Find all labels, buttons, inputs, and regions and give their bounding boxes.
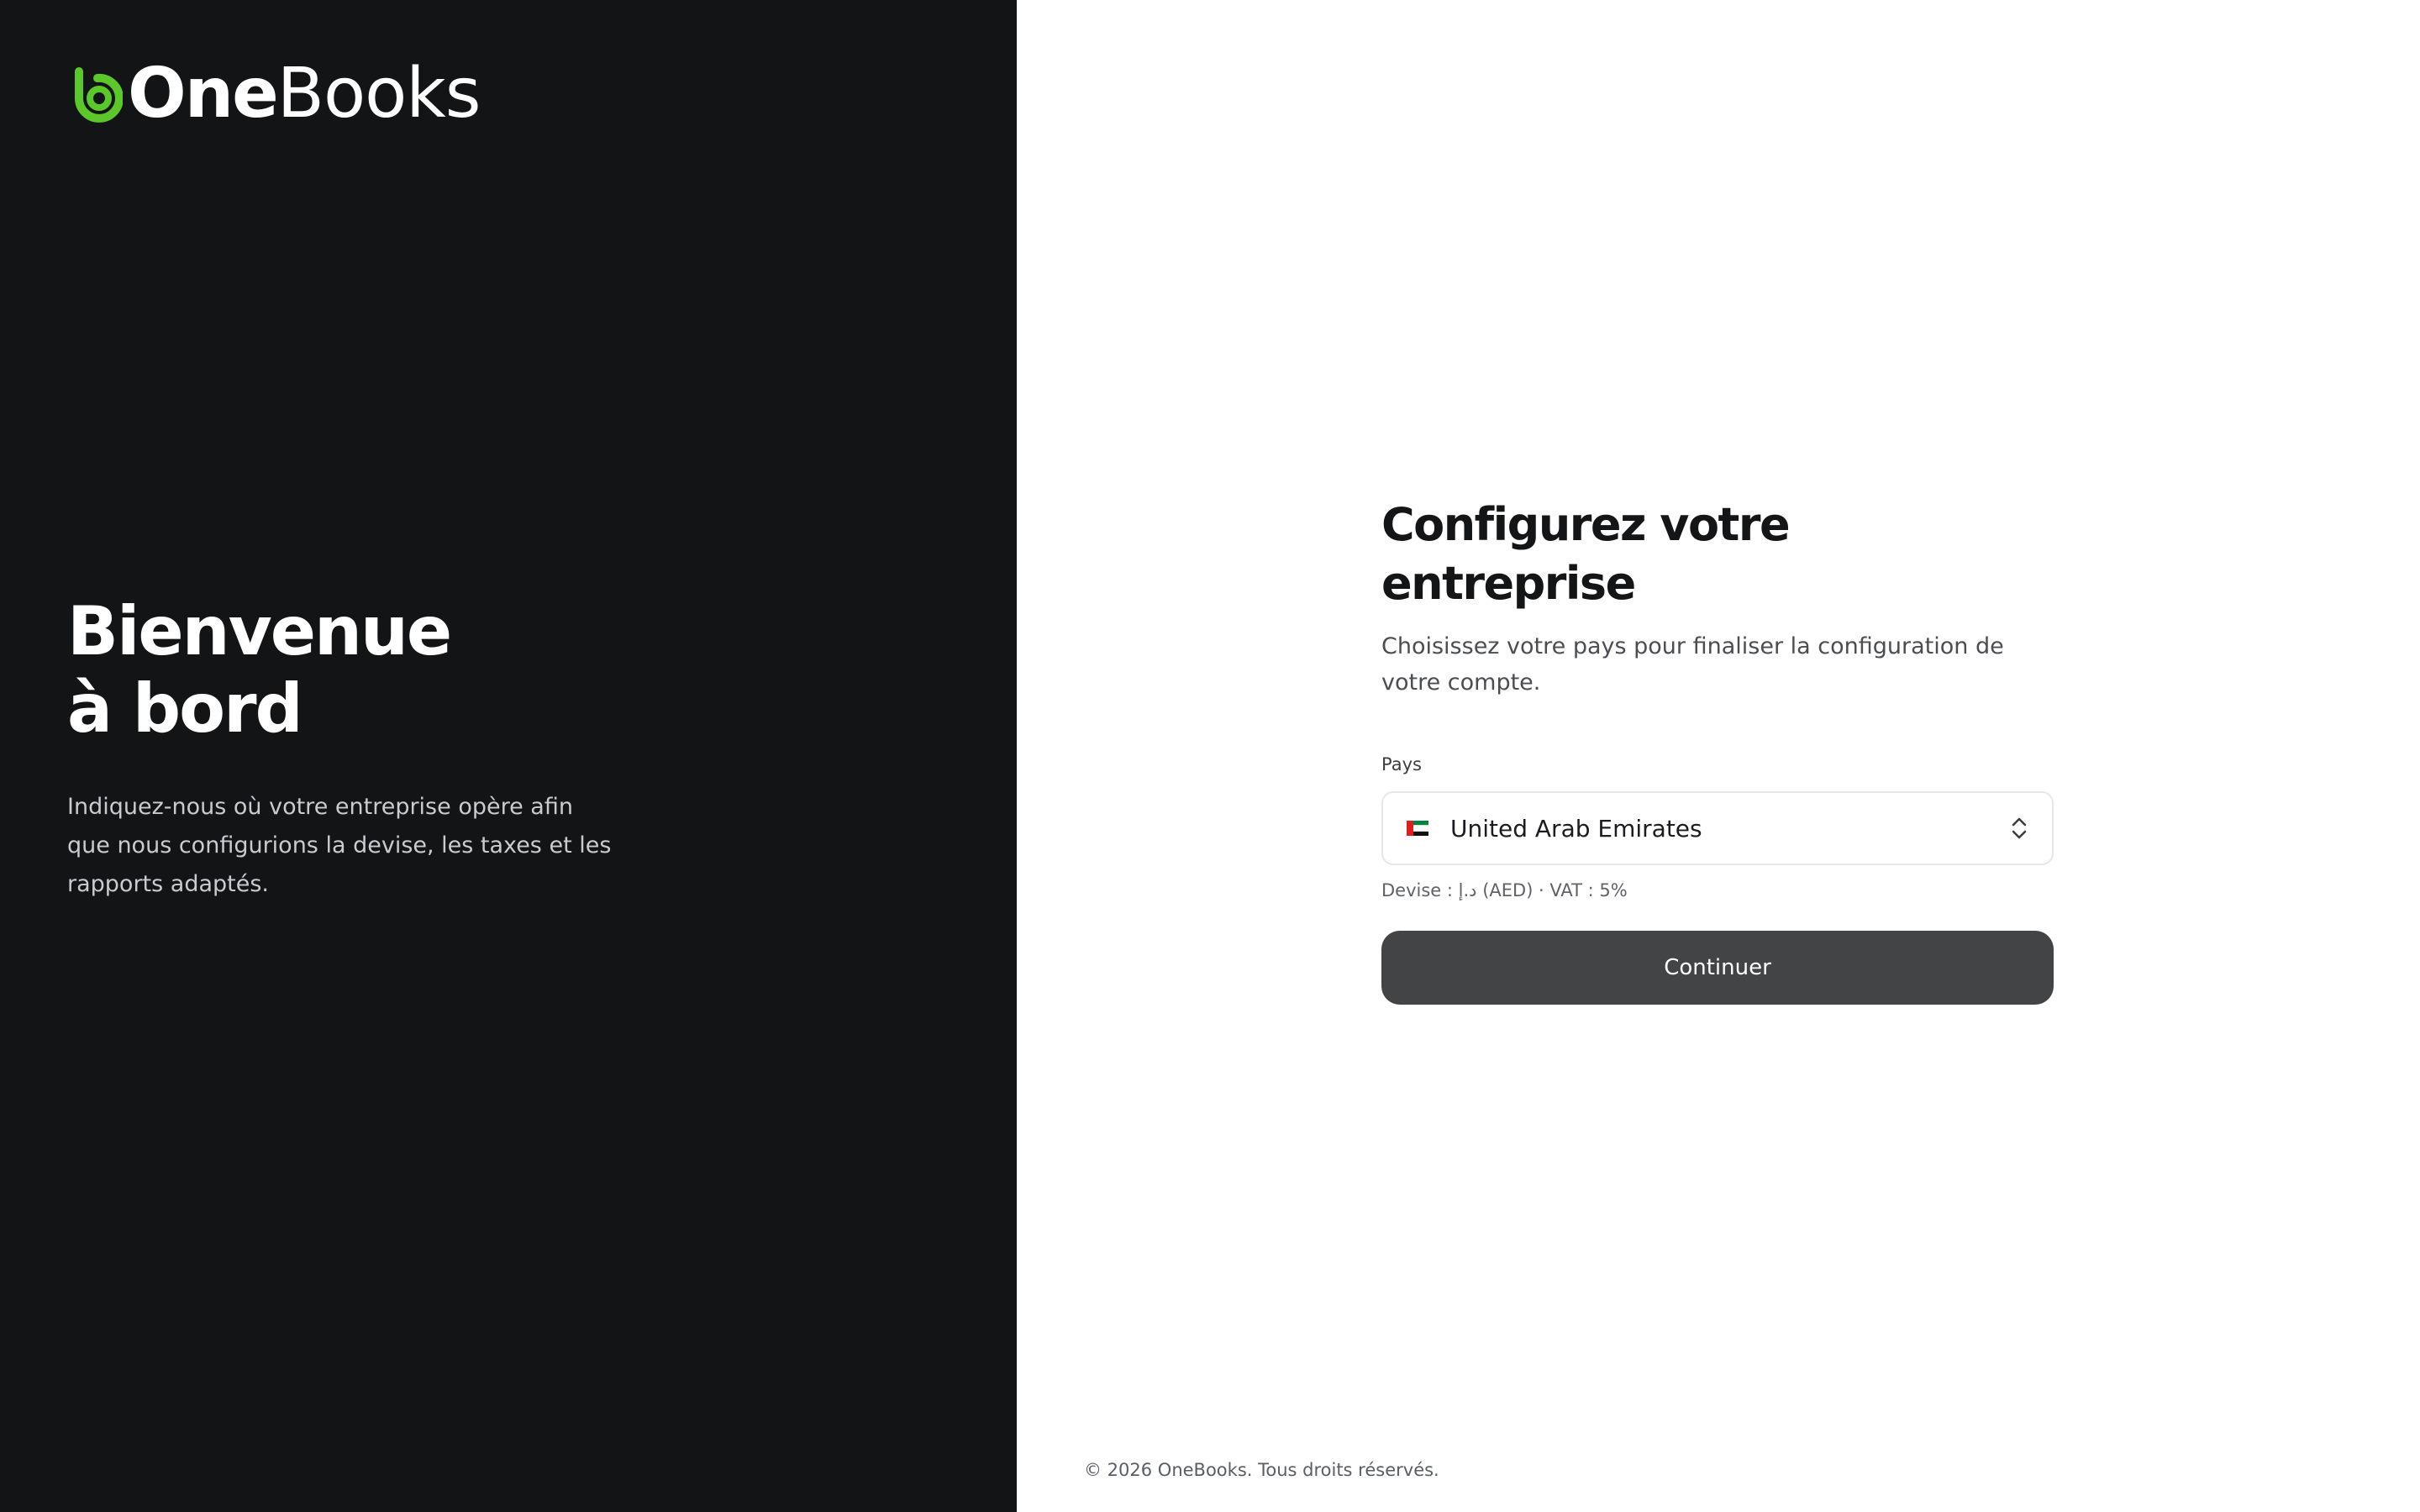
company-setup-form: Configurez votre entreprise Choisissez v… (1381, 496, 2054, 1005)
continue-button[interactable]: Continuer (1381, 931, 2054, 1005)
welcome-line-1: Bienvenue (67, 592, 452, 670)
currency-tax-hint: Devise : د.إ (AED) · VAT : 5% (1381, 880, 1628, 900)
setup-panel: Configurez votre entreprise Choisissez v… (1017, 0, 2420, 1512)
uae-flag-icon (1407, 821, 1428, 836)
welcome-line-2: à bord (67, 669, 303, 748)
brand-name-one: One (128, 54, 279, 134)
brand-logo: OneBooks (67, 60, 481, 129)
country-select[interactable]: United Arab Emirates (1381, 791, 2054, 865)
brand-name-books: Books (276, 54, 481, 134)
page-title: Configurez votre entreprise (1381, 498, 1791, 610)
welcome-heading: Bienvenue à bord (67, 592, 452, 748)
onboarding-page: OneBooks Bienvenue à bord Indiquez-nous … (0, 0, 2420, 1512)
welcome-panel: OneBooks Bienvenue à bord Indiquez-nous … (0, 0, 1017, 1512)
welcome-description: Indiquez-nous où votre entreprise opère … (67, 794, 612, 897)
onebooks-logo-icon (75, 67, 123, 123)
country-label: Pays (1381, 754, 1422, 774)
footer-copyright: © 2026 OneBooks. Tous droits réservés. (1084, 1460, 1439, 1480)
country-select-value: United Arab Emirates (1450, 814, 1702, 843)
brand-name: OneBooks (128, 60, 481, 129)
chevron-up-down-icon (2012, 817, 2027, 839)
page-subtitle: Choisissez votre pays pour finaliser la … (1381, 633, 2004, 696)
